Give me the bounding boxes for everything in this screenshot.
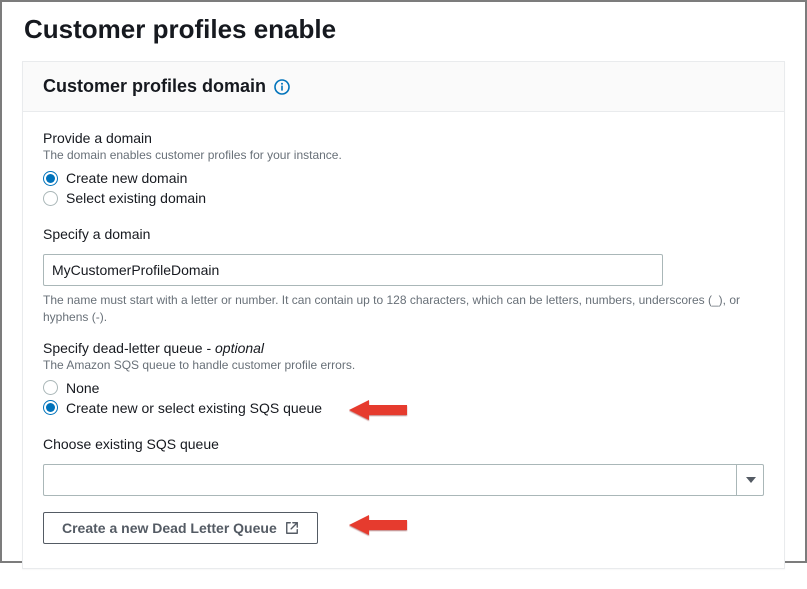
customer-profiles-domain-panel: Customer profiles domain Provide a domai… xyxy=(22,61,785,569)
choose-queue-label: Choose existing SQS queue xyxy=(43,436,764,452)
radio-select-existing-domain[interactable]: Select existing domain xyxy=(43,190,764,206)
info-icon[interactable] xyxy=(274,79,290,95)
domain-name-input[interactable] xyxy=(43,254,663,286)
provide-domain-label: Provide a domain xyxy=(43,130,764,146)
radio-label: None xyxy=(66,380,99,396)
radio-icon[interactable] xyxy=(43,380,58,395)
radio-icon[interactable] xyxy=(43,400,58,415)
page-title: Customer profiles enable xyxy=(24,14,785,45)
dlq-label: Specify dead-letter queue - optional xyxy=(43,340,764,356)
radio-label: Select existing domain xyxy=(66,190,206,206)
radio-label: Create new domain xyxy=(66,170,187,186)
dlq-help: The Amazon SQS queue to handle customer … xyxy=(43,358,764,372)
provide-domain-help: The domain enables customer profiles for… xyxy=(43,148,764,162)
panel-header: Customer profiles domain xyxy=(23,62,784,112)
annotation-arrow-icon xyxy=(349,513,409,537)
panel-title: Customer profiles domain xyxy=(43,76,266,97)
radio-label: Create new or select existing SQS queue xyxy=(66,400,322,416)
external-link-icon xyxy=(285,521,299,535)
radio-icon[interactable] xyxy=(43,171,58,186)
specify-domain-help: The name must start with a letter or num… xyxy=(43,292,764,326)
dlq-label-optional: optional xyxy=(215,340,264,356)
radio-dlq-create-or-select[interactable]: Create new or select existing SQS queue xyxy=(43,400,764,416)
radio-create-new-domain[interactable]: Create new domain xyxy=(43,170,764,186)
dlq-label-prefix: Specify dead-letter queue - xyxy=(43,340,215,356)
button-label: Create a new Dead Letter Queue xyxy=(62,520,277,536)
radio-dlq-none[interactable]: None xyxy=(43,380,764,396)
create-dead-letter-queue-button[interactable]: Create a new Dead Letter Queue xyxy=(43,512,318,544)
radio-icon[interactable] xyxy=(43,191,58,206)
sqs-queue-select[interactable] xyxy=(43,464,764,496)
specify-domain-label: Specify a domain xyxy=(43,226,764,242)
